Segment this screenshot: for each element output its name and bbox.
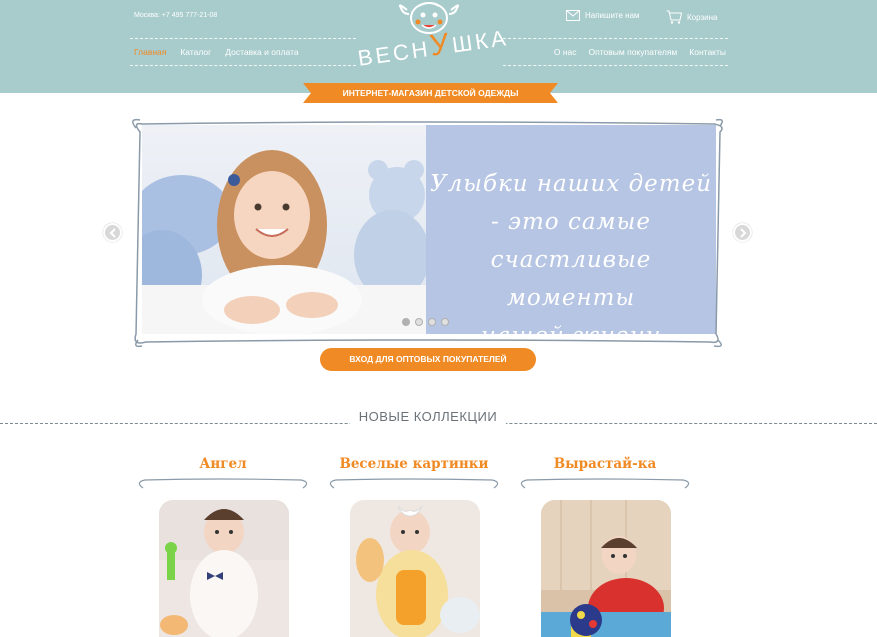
chevron-right-icon <box>739 227 746 238</box>
slide-quote-text: Улыбки наших детей - это самые счастливы… <box>426 165 716 355</box>
swirl-divider <box>138 478 308 489</box>
collection-card-angel[interactable]: Ангел <box>133 456 313 637</box>
collection-title: Ангел <box>199 456 247 472</box>
new-collections-heading: НОВЫЕ КОЛЛЕКЦИИ <box>350 409 506 424</box>
logo-part-1: ВЕСН <box>356 35 433 71</box>
collection-photo[interactable] <box>159 500 289 637</box>
nav-about[interactable]: О нас <box>554 47 577 57</box>
phone-number: Москва: +7 495 777-21-08 <box>134 12 218 19</box>
collection-photo[interactable] <box>541 500 671 637</box>
slider-dot[interactable] <box>402 318 410 326</box>
collection-card-fun-pictures[interactable]: Веселые картинки <box>324 456 504 637</box>
main-nav-right: О нас Оптовым покупателям Контакты <box>503 38 728 66</box>
envelope-icon <box>566 10 580 21</box>
quote-line: Улыбки наших детей <box>429 171 713 197</box>
main-nav-left: Главная Каталог Доставка и оплата <box>130 38 356 66</box>
slide-photo <box>142 125 426 334</box>
cart-link[interactable]: Корзина <box>666 10 717 24</box>
contact-link[interactable]: Напишите нам <box>566 10 640 21</box>
collection-title: Веселые картинки <box>339 456 489 472</box>
logo-part-2: ШКА <box>450 24 511 58</box>
collection-card-grow-up[interactable]: Вырастай-ка <box>515 456 695 637</box>
site-logo[interactable]: ВЕСНУШКА <box>356 0 510 80</box>
swirl-divider <box>329 478 499 489</box>
slider-dot[interactable] <box>441 318 449 326</box>
chevron-left-icon <box>109 227 116 238</box>
site-header: Москва: +7 495 777-21-08 Напишите нам Ко… <box>0 0 877 93</box>
quote-line: - это самые <box>491 209 651 235</box>
cart-icon <box>666 10 682 24</box>
contact-link-label: Напишите нам <box>585 11 640 20</box>
slider-dots <box>402 318 454 326</box>
slide-quote-panel: Улыбки наших детей - это самые счастливы… <box>426 125 716 349</box>
nav-catalog[interactable]: Каталог <box>180 47 211 57</box>
collection-image-grow-up <box>541 500 671 637</box>
hero-slider: Улыбки наших детей - это самые счастливы… <box>128 118 728 349</box>
quote-line: счастливые моменты <box>490 247 652 311</box>
nav-contacts[interactable]: Контакты <box>689 47 726 57</box>
collection-photo[interactable] <box>350 500 480 637</box>
slide-child-image <box>142 125 426 334</box>
cart-link-label: Корзина <box>687 12 718 22</box>
tagline-ribbon: ИНТЕРНЕТ-МАГАЗИН ДЕТСКОЙ ОДЕЖДЫ <box>303 83 558 103</box>
slider-dot[interactable] <box>415 318 423 326</box>
wholesale-login-button[interactable]: ВХОД ДЛЯ ОПТОВЫХ ПОКУПАТЕЛЕЙ <box>320 348 536 371</box>
nav-delivery[interactable]: Доставка и оплата <box>225 47 298 57</box>
swirl-divider <box>520 478 690 489</box>
tagline-text: ИНТЕРНЕТ-МАГАЗИН ДЕТСКОЙ ОДЕЖДЫ <box>342 88 519 98</box>
collection-image-angel <box>159 500 289 637</box>
nav-home[interactable]: Главная <box>134 47 166 57</box>
slider-next-button[interactable] <box>733 223 752 242</box>
slider-prev-button[interactable] <box>103 223 122 242</box>
slider-dot[interactable] <box>428 318 436 326</box>
collection-title: Вырастай-ка <box>553 456 657 472</box>
nav-wholesale[interactable]: Оптовым покупателям <box>589 47 678 57</box>
collection-image-fun-pictures <box>350 500 480 637</box>
